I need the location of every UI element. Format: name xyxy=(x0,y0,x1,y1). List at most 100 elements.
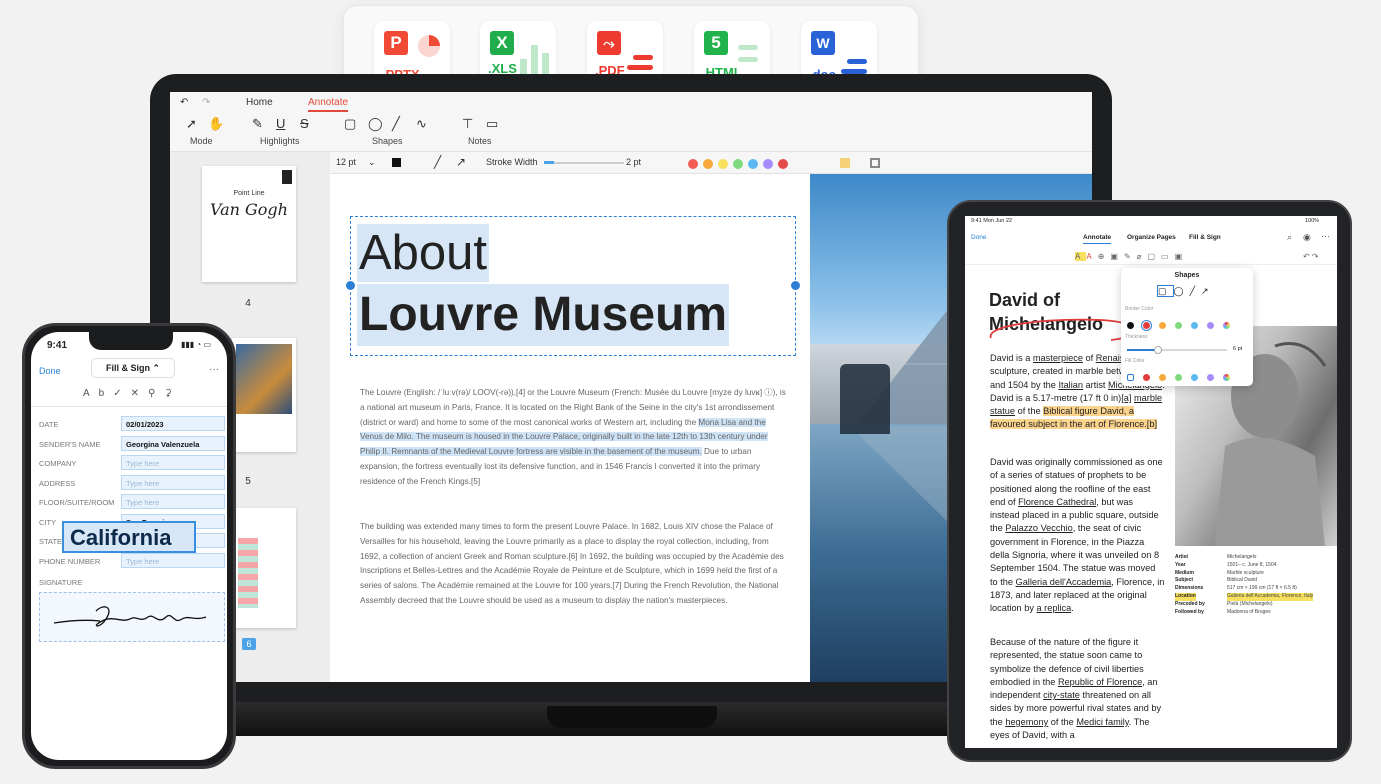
chevron-down-icon: ⌄ xyxy=(368,157,376,167)
comment-icon[interactable]: ▭ xyxy=(486,116,498,132)
freehand-icon[interactable]: ∿ xyxy=(416,116,427,132)
border-color-palette[interactable] xyxy=(1127,317,1239,335)
resize-handle[interactable] xyxy=(346,281,355,290)
color-swatch[interactable] xyxy=(1159,374,1166,382)
paragraph-2: The building was extended many times to … xyxy=(360,522,784,605)
highlighter-icon[interactable]: ✎ xyxy=(252,116,263,132)
color-swatch[interactable] xyxy=(1159,322,1166,330)
field-input[interactable]: 02/01/2023 xyxy=(121,416,225,431)
strikethrough-icon[interactable]: S xyxy=(300,116,309,131)
color-swatch-6[interactable] xyxy=(763,158,773,169)
eye-icon[interactable]: ◉ xyxy=(1303,232,1311,243)
signature-label: SIGNATURE xyxy=(39,578,83,587)
thumbnail-title: Van Gogh xyxy=(210,200,288,219)
thumbnail-page-5[interactable] xyxy=(232,338,296,452)
font-size-select[interactable]: 12 pt xyxy=(336,157,356,167)
tab-annotate[interactable]: Annotate xyxy=(1083,234,1112,244)
tab-annotate[interactable]: Annotate xyxy=(308,97,349,112)
color-swatch[interactable] xyxy=(1175,322,1182,330)
stroke-width-slider[interactable] xyxy=(544,162,624,164)
color-swatch-3[interactable] xyxy=(718,158,728,169)
shapes-popover: Shapes ▢◯╱↗ Border Color Thickness 6 pt … xyxy=(1121,268,1253,386)
annotate-tools[interactable]: AA⊕▣✎⌀▢▭▣ xyxy=(1075,252,1188,261)
search-icon[interactable]: ⌕ xyxy=(1287,232,1292,243)
color-swatch[interactable] xyxy=(1223,374,1230,382)
acrobat-icon: ⤳ xyxy=(597,31,621,55)
color-swatch-5[interactable] xyxy=(748,158,758,169)
thickness-label: Thickness xyxy=(1125,334,1148,340)
color-swatch[interactable] xyxy=(392,158,401,167)
more-icon[interactable]: ··· xyxy=(209,364,219,375)
field-label: FLOOR/SUITE/ROOM xyxy=(39,498,115,507)
color-palette[interactable] xyxy=(688,158,793,169)
tab-home[interactable]: Home xyxy=(246,97,273,108)
thumbnail-page-4[interactable]: Point Line Van Gogh xyxy=(202,166,296,282)
color-swatch[interactable] xyxy=(1141,320,1152,332)
laptop-notch xyxy=(547,706,717,728)
infobox-value: Madonna of Bruges xyxy=(1227,608,1271,615)
ellipse-icon[interactable]: ◯ xyxy=(368,116,383,132)
status-time: 9:41 Mon Jun 22 xyxy=(971,218,1012,224)
field-label: COMPANY xyxy=(39,459,77,468)
hand-icon[interactable]: ✋ xyxy=(208,116,224,132)
text-box-icon[interactable]: ⊤ xyxy=(462,116,473,132)
field-input[interactable]: Type here xyxy=(121,494,225,509)
tab-organize-pages[interactable]: Organize Pages xyxy=(1127,234,1176,241)
border-swatch[interactable] xyxy=(870,158,880,168)
infobox-key: Subject xyxy=(1175,577,1194,584)
color-swatch[interactable] xyxy=(1191,374,1198,382)
rectangle-icon[interactable]: ▢ xyxy=(344,116,356,132)
color-swatch-1[interactable] xyxy=(688,158,698,169)
undo-icon[interactable]: ↶ xyxy=(180,97,188,108)
color-swatch[interactable] xyxy=(1191,322,1198,330)
mode-selector[interactable]: Fill & Sign ⌃ xyxy=(91,358,175,378)
field-input[interactable]: Type here xyxy=(121,474,225,490)
page-number: 4 xyxy=(245,298,251,309)
color-swatch[interactable] xyxy=(1207,322,1214,330)
select-arrow-icon[interactable]: ➚ xyxy=(186,116,197,132)
line-icon[interactable]: ╱ xyxy=(434,155,441,169)
line-icon[interactable]: ╱ xyxy=(392,116,400,132)
done-button[interactable]: Done xyxy=(971,234,987,241)
excel-icon: X xyxy=(490,31,514,55)
infobox-value: Pietà (Michelangelo) xyxy=(1227,600,1273,607)
form-row: COMPANY Type here xyxy=(39,455,225,471)
color-swatch[interactable] xyxy=(1223,322,1230,330)
color-swatch-2[interactable] xyxy=(703,158,713,169)
color-swatch[interactable] xyxy=(1143,374,1150,382)
tab-fill-sign[interactable]: Fill & Sign xyxy=(1189,234,1221,241)
form-row: ADDRESS Type here xyxy=(39,474,225,491)
field-input[interactable]: Georgina Valenzuela xyxy=(121,435,225,451)
status-icons: ▮▮▮ ◔ ▭ xyxy=(181,340,212,349)
border-color-label: Border Color xyxy=(1125,306,1154,312)
fill-swatch[interactable] xyxy=(840,158,850,168)
resize-handle[interactable] xyxy=(791,281,800,290)
underline-icon[interactable]: U xyxy=(276,116,285,131)
redo-icon[interactable]: ↷ xyxy=(202,97,210,108)
state-field-overlay[interactable]: California xyxy=(62,521,196,553)
signature-field[interactable] xyxy=(39,592,225,642)
color-swatch[interactable] xyxy=(1127,322,1134,330)
field-label: PHONE NUMBER xyxy=(39,556,101,566)
shape-options[interactable]: ▢◯╱↗ xyxy=(1157,285,1215,297)
sign-tools[interactable]: Ab✓✕⚲⚳ xyxy=(83,388,181,399)
color-swatch[interactable] xyxy=(1127,374,1134,382)
color-swatch[interactable] xyxy=(1175,374,1182,382)
done-button[interactable]: Done xyxy=(39,366,61,376)
fill-color-palette[interactable] xyxy=(1127,369,1239,387)
color-swatch-7[interactable] xyxy=(778,158,788,169)
undo-redo-icons[interactable]: ↶ ↷ xyxy=(1303,252,1319,261)
signature-drawing xyxy=(53,606,207,627)
field-label: SENDER'S NAME xyxy=(39,439,101,449)
arrow-icon[interactable]: ↗ xyxy=(456,155,466,169)
more-icon[interactable]: ··· xyxy=(1321,231,1330,241)
color-swatch-4[interactable] xyxy=(733,158,743,169)
color-swatch[interactable] xyxy=(1207,374,1214,382)
thumbnail-page-6[interactable] xyxy=(232,508,296,628)
tablet: 9:41 Mon Jun 22 100% Done Annotate Organ… xyxy=(947,200,1352,762)
field-input[interactable]: Type here xyxy=(121,552,225,568)
ribbon: ↶ ↷ Home Annotate ➚ ✋ ✎ U S ▢ ◯ ╱ ∿ ⊤ ▭ … xyxy=(170,92,1092,152)
paragraph-2: David was originally commissioned as one… xyxy=(990,457,1165,614)
field-input[interactable]: Type here xyxy=(121,455,225,470)
van-gogh-portrait xyxy=(236,344,292,414)
